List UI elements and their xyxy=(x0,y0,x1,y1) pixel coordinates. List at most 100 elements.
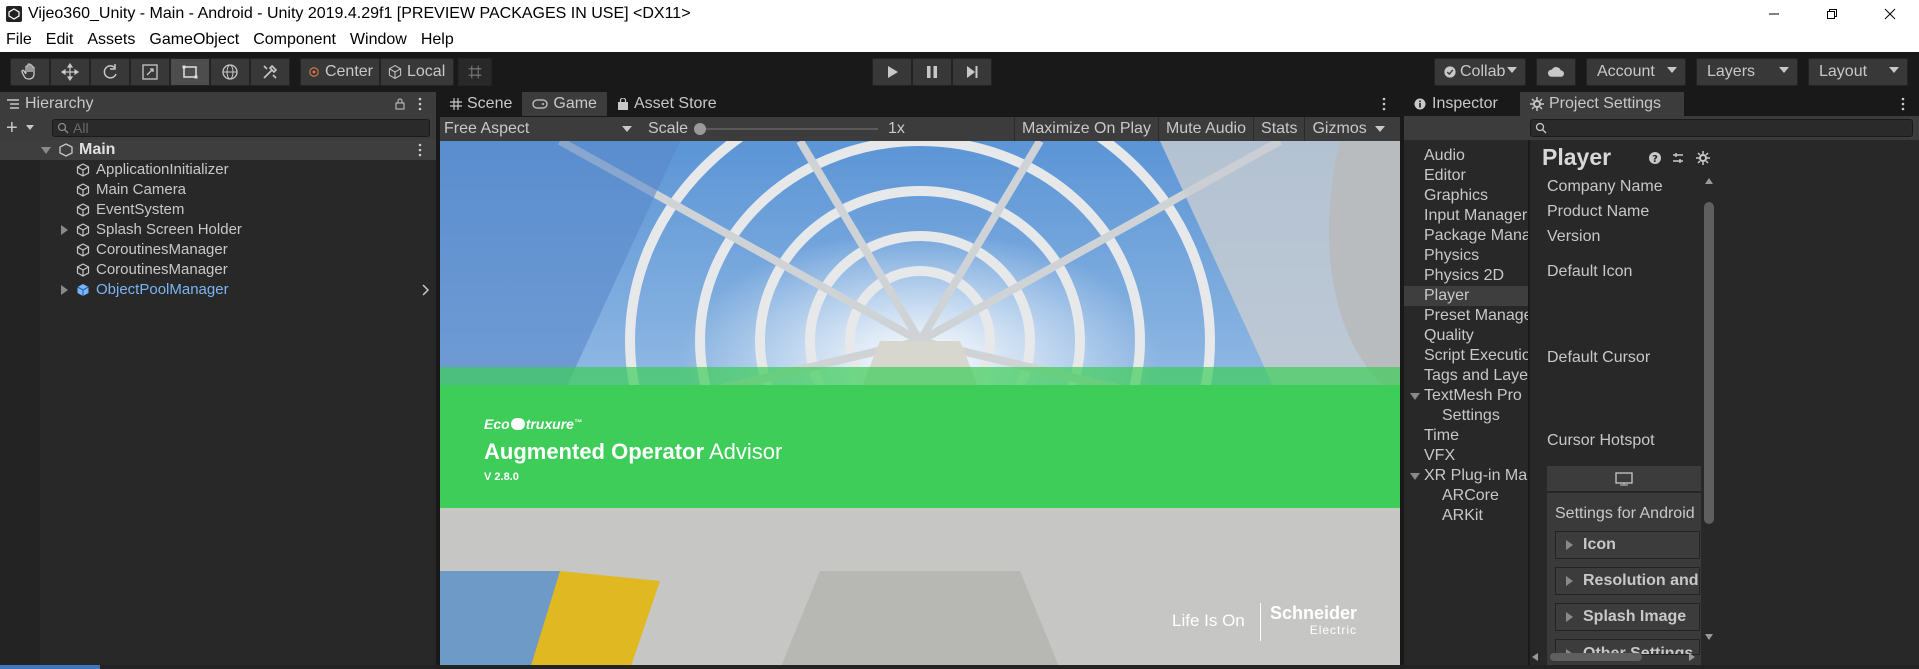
more-menu-icon[interactable] xyxy=(1382,97,1386,111)
scale-slider[interactable] xyxy=(694,117,884,141)
custom-tool-button[interactable] xyxy=(250,58,290,86)
foldout-closed-icon[interactable] xyxy=(61,285,68,295)
settings-item-quality[interactable]: Quality xyxy=(1424,327,1528,347)
foldout-open-icon[interactable] xyxy=(1410,473,1420,480)
scene-row-main[interactable]: Main xyxy=(0,140,436,160)
close-button[interactable] xyxy=(1861,0,1919,28)
settings-item-script-execution-order[interactable]: Script Execution Order xyxy=(1424,347,1528,367)
hierarchy-item[interactable]: EventSystem xyxy=(0,200,436,220)
menu-gameobject[interactable]: GameObject xyxy=(149,31,239,49)
rect-tool-button[interactable] xyxy=(170,58,210,86)
tab-scene[interactable]: Scene xyxy=(440,92,522,116)
settings-item-player[interactable]: Player xyxy=(1424,287,1528,307)
scroll-thumb[interactable] xyxy=(1704,202,1714,524)
rotate-tool-button[interactable] xyxy=(90,58,130,86)
grid-snap-button[interactable] xyxy=(458,58,492,86)
settings-item-preset-manager[interactable]: Preset Manager xyxy=(1424,307,1528,327)
settings-item-vfx[interactable]: VFX xyxy=(1424,447,1528,467)
tab-hierarchy[interactable]: Hierarchy xyxy=(0,92,436,116)
more-menu-icon[interactable] xyxy=(1901,97,1905,111)
menu-edit[interactable]: Edit xyxy=(46,31,74,49)
hierarchy-item[interactable]: ObjectPoolManager xyxy=(0,280,436,300)
hierarchy-search-input[interactable]: All xyxy=(52,119,430,137)
settings-item-settings[interactable]: Settings xyxy=(1442,407,1528,427)
menu-help[interactable]: Help xyxy=(421,31,454,49)
layout-dropdown[interactable]: Layout xyxy=(1808,58,1908,86)
pivot-center-toggle[interactable]: Center xyxy=(300,58,380,86)
settings-item-physics[interactable]: Physics xyxy=(1424,247,1528,267)
settings-item-input-manager[interactable]: Input Manager xyxy=(1424,207,1528,227)
h-scroll-thumb[interactable] xyxy=(1550,653,1642,661)
section-resolution[interactable]: Resolution and Presentation xyxy=(1555,567,1700,595)
play-button[interactable] xyxy=(872,58,912,86)
tab-inspector[interactable]: Inspector xyxy=(1404,92,1520,116)
settings-item-textmesh-pro[interactable]: TextMesh Pro xyxy=(1424,387,1528,407)
restore-button[interactable] xyxy=(1803,0,1861,28)
chevron-right-icon[interactable] xyxy=(422,284,430,296)
scroll-right-icon[interactable] xyxy=(1689,653,1695,661)
more-menu-icon[interactable] xyxy=(418,143,422,157)
more-menu-icon[interactable] xyxy=(418,97,422,111)
scroll-up-icon[interactable] xyxy=(1705,178,1713,184)
hierarchy-item[interactable]: Main Camera xyxy=(0,180,436,200)
settings-item-graphics[interactable]: Graphics xyxy=(1424,187,1528,207)
aspect-dropdown[interactable]: Free Aspect xyxy=(440,117,638,141)
foldout-open-icon[interactable] xyxy=(41,147,51,154)
step-button[interactable] xyxy=(952,58,992,86)
transform-tool-button[interactable] xyxy=(210,58,250,86)
move-tool-button[interactable] xyxy=(50,58,90,86)
game-view-canvas[interactable]: Eco truxure™ Augmented Operator Advisor V… xyxy=(440,141,1400,669)
platform-tab-standalone[interactable] xyxy=(1547,466,1701,492)
tab-asset-store[interactable]: Asset Store xyxy=(607,92,727,116)
account-dropdown[interactable]: Account xyxy=(1586,58,1686,86)
inspector-vertical-scrollbar[interactable] xyxy=(1702,178,1716,644)
hand-tool-button[interactable] xyxy=(10,58,50,86)
section-icon[interactable]: Icon xyxy=(1555,531,1700,559)
foldout-closed-icon[interactable] xyxy=(61,225,68,235)
settings-item-audio[interactable]: Audio xyxy=(1424,147,1528,167)
pivot-space-toggle[interactable]: Local xyxy=(380,58,454,86)
settings-item-time[interactable]: Time xyxy=(1424,427,1528,447)
preset-icon[interactable] xyxy=(1671,151,1685,165)
foldout-open-icon[interactable] xyxy=(1410,393,1420,400)
settings-item-arkit[interactable]: ARKit xyxy=(1442,507,1528,527)
cloud-button[interactable] xyxy=(1536,58,1576,86)
menu-window[interactable]: Window xyxy=(350,31,407,49)
gizmos-dropdown[interactable]: Gizmos xyxy=(1304,117,1390,141)
lock-icon[interactable] xyxy=(394,98,406,110)
hierarchy-item[interactable]: Splash Screen Holder xyxy=(0,220,436,240)
stats-toggle[interactable]: Stats xyxy=(1253,117,1304,141)
settings-splitter[interactable] xyxy=(1528,140,1530,669)
inspector-horizontal-scrollbar[interactable] xyxy=(1530,650,1702,664)
minimize-button[interactable] xyxy=(1745,0,1803,28)
scroll-left-icon[interactable] xyxy=(1532,653,1538,661)
settings-item-package-manager[interactable]: Package Manager xyxy=(1424,227,1528,247)
section-splash-image[interactable]: Splash Image xyxy=(1555,603,1700,631)
hierarchy-item[interactable]: CoroutinesManager xyxy=(0,240,436,260)
settings-item-editor[interactable]: Editor xyxy=(1424,167,1528,187)
slider-thumb[interactable] xyxy=(694,123,707,135)
chevron-down-icon[interactable] xyxy=(26,125,34,130)
menu-assets[interactable]: Assets xyxy=(87,31,135,49)
scroll-down-icon[interactable] xyxy=(1705,634,1713,640)
settings-item-tags-and-layers[interactable]: Tags and Layers xyxy=(1424,367,1528,387)
tab-project-settings[interactable]: Project Settings xyxy=(1520,92,1684,116)
gear-icon[interactable] xyxy=(1696,151,1710,165)
pause-button[interactable] xyxy=(912,58,952,86)
menu-component[interactable]: Component xyxy=(253,31,336,49)
mute-audio-toggle[interactable]: Mute Audio xyxy=(1157,117,1253,141)
menu-file[interactable]: File xyxy=(6,31,32,49)
project-settings-search-input[interactable] xyxy=(1530,119,1913,137)
maximize-on-play-toggle[interactable]: Maximize On Play xyxy=(1014,117,1158,141)
layers-dropdown[interactable]: Layers xyxy=(1696,58,1798,86)
hierarchy-item[interactable]: CoroutinesManager xyxy=(0,260,436,280)
settings-item-physics-2d[interactable]: Physics 2D xyxy=(1424,267,1528,287)
tab-game[interactable]: Game xyxy=(522,92,607,116)
create-plus-icon[interactable]: + xyxy=(6,118,18,138)
settings-item-xr-plug-in-management[interactable]: XR Plug-in Management xyxy=(1424,467,1528,487)
hierarchy-item[interactable]: ApplicationInitializer xyxy=(0,160,436,180)
collab-dropdown[interactable]: Collab xyxy=(1434,58,1526,86)
scale-tool-button[interactable] xyxy=(130,58,170,86)
settings-item-arcore[interactable]: ARCore xyxy=(1442,487,1528,507)
help-icon[interactable]: ? xyxy=(1648,151,1662,165)
